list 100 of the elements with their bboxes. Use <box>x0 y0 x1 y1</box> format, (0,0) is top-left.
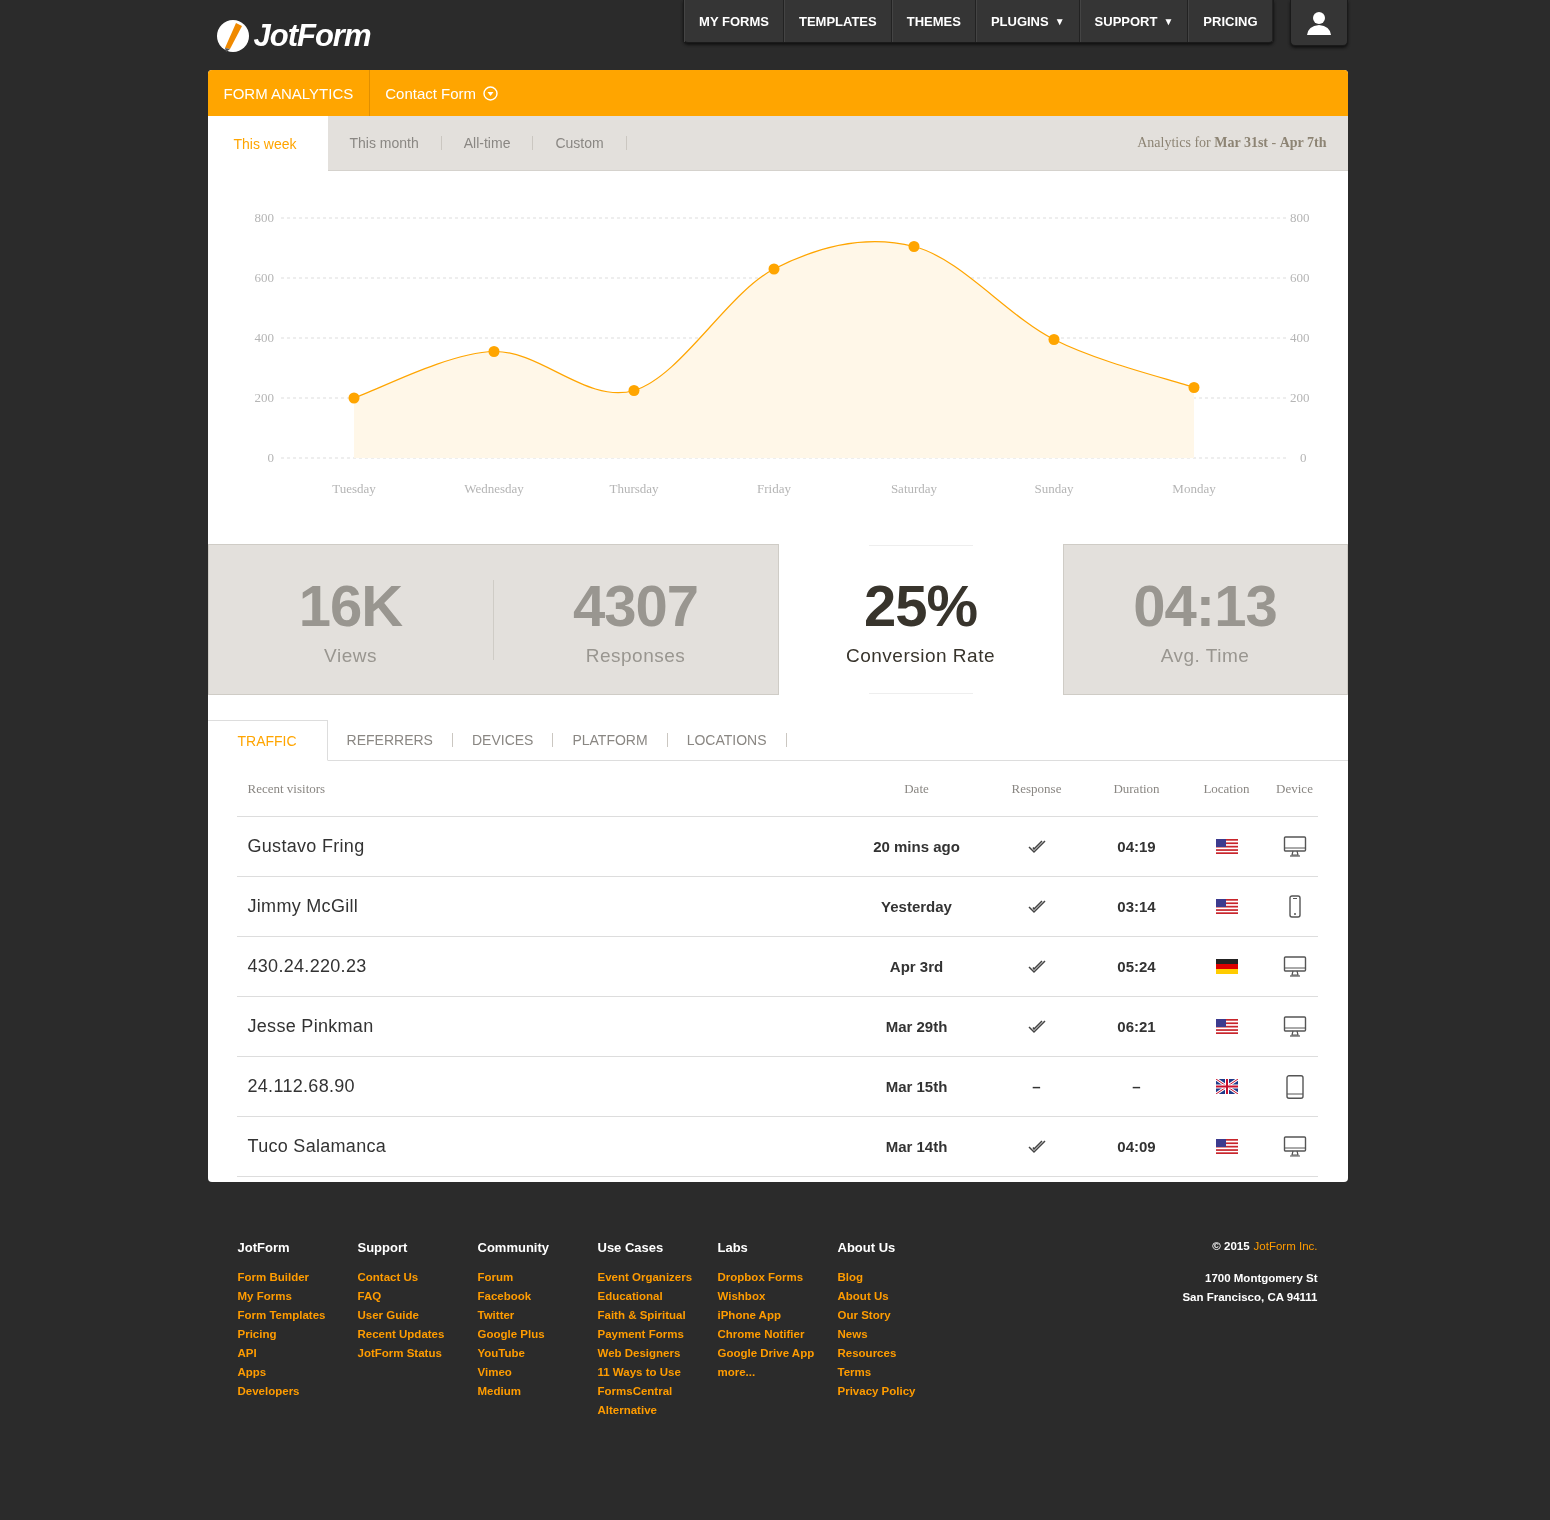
data-point <box>348 392 359 404</box>
footer-link[interactable]: Apps <box>237 1365 358 1380</box>
footer-link[interactable]: Vimeo <box>477 1365 598 1380</box>
footer-heading: About Us <box>837 1240 897 1255</box>
data-point <box>768 263 779 275</box>
visitor-name: 430.24.220.23 <box>246 956 368 977</box>
date-range: Analytics for Mar 31st - Apr 7th <box>1137 134 1328 152</box>
footer-link[interactable]: Payment Forms <box>597 1327 718 1342</box>
footer-link[interactable]: FAQ <box>357 1289 478 1304</box>
flag-icon <box>1215 959 1238 974</box>
footer-link[interactable]: Recent Updates <box>357 1327 478 1342</box>
footer-link[interactable]: API <box>237 1346 358 1361</box>
footer-link[interactable]: Event Organizers <box>597 1270 718 1285</box>
column-header: Response <box>1010 780 1063 797</box>
stat-value: 04:13 <box>1133 572 1277 639</box>
footer-link[interactable]: iPhone App <box>717 1308 838 1323</box>
table-cell-text: 04:19 <box>1116 838 1157 855</box>
y-tick-label: 0 <box>1299 450 1306 465</box>
footer-link[interactable]: Dropbox Forms <box>717 1270 838 1285</box>
footer-link[interactable]: YouTube <box>477 1346 598 1361</box>
footer-link[interactable]: Twitter <box>477 1308 598 1323</box>
footer-link[interactable]: Alternative <box>597 1403 718 1418</box>
user-button[interactable] <box>1289 0 1348 46</box>
footer-link[interactable]: Web Designers <box>597 1346 718 1361</box>
flag-icon <box>1215 839 1238 854</box>
report-tab[interactable]: PLATFORM <box>553 720 667 760</box>
monitor-icon <box>1282 1134 1307 1159</box>
footer-link[interactable]: Privacy Policy <box>837 1384 958 1399</box>
x-tick-label: Sunday <box>1034 481 1073 496</box>
footer-link[interactable]: Medium <box>477 1384 598 1399</box>
report-tab[interactable]: DEVICES <box>452 720 553 760</box>
x-tick-label: Friday <box>756 481 791 496</box>
footer-link[interactable]: 11 Ways to Use <box>597 1365 718 1380</box>
stat-label: Avg. Time <box>1160 645 1250 667</box>
column-header: Location <box>1202 780 1251 797</box>
stat-value: 25% <box>863 572 978 639</box>
company-link[interactable]: JotForm Inc. <box>1253 1240 1318 1252</box>
footer-heading: JotForm <box>237 1240 291 1255</box>
nav-link[interactable]: SUPPORT ▼ <box>1079 0 1189 42</box>
y-tick-label: 400 <box>254 330 274 345</box>
report-tab[interactable]: LOCATIONS <box>667 720 786 760</box>
footer-link[interactable]: Forum <box>477 1270 598 1285</box>
nav-link[interactable]: THEMES <box>891 0 976 42</box>
footer-heading: Community <box>477 1240 550 1255</box>
footer-link[interactable]: Our Story <box>837 1308 958 1323</box>
table-cell-text: Mar 14th <box>884 1138 949 1155</box>
footer-heading: Use Cases <box>597 1240 665 1255</box>
footer-heading: Support <box>357 1240 409 1255</box>
check-icon <box>1026 958 1047 975</box>
address-line: San Francisco, CA 94111 <box>1182 1290 1318 1305</box>
table-cell-text: Mar 29th <box>884 1018 949 1035</box>
footer-link[interactable]: Google Plus <box>477 1327 598 1342</box>
footer-link[interactable]: Educational <box>597 1289 718 1304</box>
footer-link[interactable]: User Guide <box>357 1308 478 1323</box>
y-tick-label: 600 <box>1289 270 1309 285</box>
nav-link[interactable]: MY FORMS <box>684 0 784 42</box>
footer-link[interactable]: Form Templates <box>237 1308 358 1323</box>
data-point <box>908 241 919 252</box>
footer-link[interactable]: Terms <box>837 1365 958 1380</box>
stat-label: Responses <box>585 645 686 667</box>
footer-link[interactable]: Faith & Spiritual <box>597 1308 718 1323</box>
footer-link[interactable]: Form Builder <box>237 1270 358 1285</box>
logo-text[interactable]: JotForm <box>253 18 371 54</box>
footer-link[interactable]: Blog <box>837 1270 958 1285</box>
footer-link[interactable]: Pricing <box>237 1327 358 1342</box>
footer-link[interactable]: Chrome Notifier <box>717 1327 838 1342</box>
data-point <box>1188 382 1199 393</box>
y-tick-label: 800 <box>254 210 274 225</box>
footer-link[interactable]: more... <box>717 1365 838 1380</box>
footer-link[interactable]: News <box>837 1327 958 1342</box>
footer-link[interactable]: Facebook <box>477 1289 598 1304</box>
footer-link[interactable]: FormsCentral <box>597 1384 718 1399</box>
footer-heading: Labs <box>717 1240 749 1255</box>
table-cell-text: 04:09 <box>1116 1138 1157 1155</box>
footer-link[interactable]: About Us <box>837 1289 958 1304</box>
visitor-name: Tuco Salamanca <box>246 1136 388 1157</box>
monitor-icon <box>1282 954 1307 979</box>
footer-link[interactable]: Contact Us <box>357 1270 478 1285</box>
footer-link[interactable]: Wishbox <box>717 1289 838 1304</box>
footer-link[interactable]: Resources <box>837 1346 958 1361</box>
flag-icon <box>1215 1019 1238 1034</box>
pencil-logo-icon <box>215 19 250 53</box>
stat-label: Views <box>324 645 377 667</box>
data-point <box>628 385 639 396</box>
footer-link[interactable]: Google Drive App <box>717 1346 838 1361</box>
report-tab[interactable]: REFERRERS <box>327 720 452 760</box>
visitor-name: Gustavo Fring <box>246 836 366 857</box>
footer-link[interactable]: My Forms <box>237 1289 358 1304</box>
y-tick-label: 600 <box>254 270 274 285</box>
nav-link[interactable]: TEMPLATES <box>783 0 892 42</box>
nav-link[interactable]: PRICING <box>1188 0 1273 42</box>
visitor-name: Jesse Pinkman <box>246 1016 375 1037</box>
y-tick-label: 0 <box>267 450 274 465</box>
footer-link[interactable]: Developers <box>237 1384 358 1399</box>
monitor-icon <box>1282 834 1307 859</box>
stat-label: Conversion Rate <box>846 645 995 667</box>
dropdown-circle-icon <box>483 85 499 101</box>
nav-link[interactable]: PLUGINS ▼ <box>975 0 1080 42</box>
footer-link[interactable]: JotForm Status <box>357 1346 478 1361</box>
x-tick-label: Thursday <box>608 481 659 496</box>
